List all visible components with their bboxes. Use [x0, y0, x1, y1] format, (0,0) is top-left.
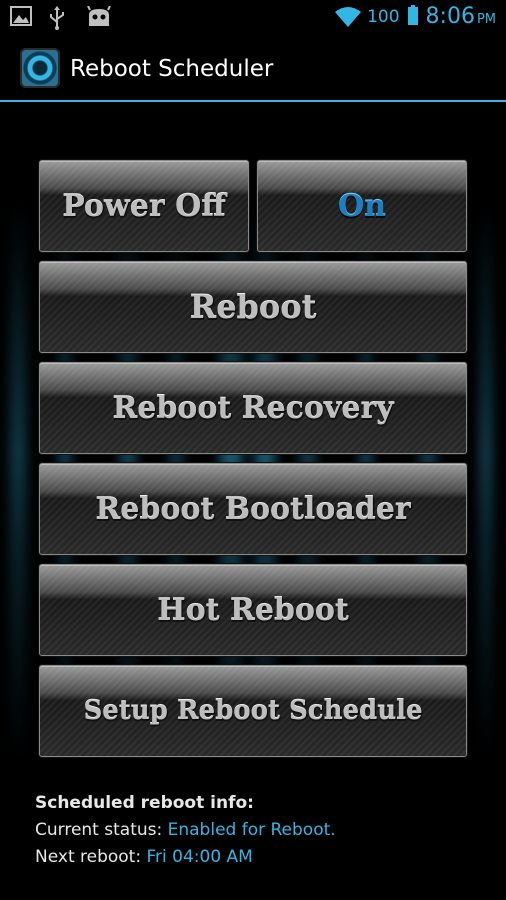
setup-reboot-schedule-button[interactable]: Setup Reboot Schedule	[39, 665, 467, 757]
status-bar: 100 8:06 PM	[0, 0, 506, 36]
battery-level: 100	[367, 6, 400, 27]
wifi-icon	[335, 6, 362, 28]
hot-reboot-label: Hot Reboot	[157, 592, 349, 628]
reboot-bootloader-button[interactable]: Reboot Bootloader	[39, 463, 467, 555]
setup-reboot-schedule-label: Setup Reboot Schedule	[83, 696, 423, 726]
reboot-label: Reboot	[189, 288, 317, 326]
schedule-info-title: Scheduled reboot info:	[35, 793, 254, 813]
reboot-button[interactable]: Reboot	[39, 261, 467, 353]
cyanogenmod-icon	[86, 5, 111, 28]
action-bar: Reboot Scheduler	[0, 36, 506, 100]
app-title: Reboot Scheduler	[70, 56, 274, 82]
reboot-recovery-button[interactable]: Reboot Recovery	[39, 362, 467, 454]
clock: 8:06 PM	[426, 4, 496, 29]
schedule-info: Scheduled reboot info: Current status: E…	[35, 790, 336, 871]
current-status-row: Current status: Enabled for Reboot.	[35, 817, 336, 844]
current-status-value: Enabled for Reboot.	[167, 820, 336, 840]
hot-reboot-button[interactable]: Hot Reboot	[39, 564, 467, 656]
next-reboot-row: Next reboot: Fri 04:00 AM	[35, 844, 336, 871]
app-icon[interactable]	[20, 48, 60, 88]
status-bar-system: 100 8:06 PM	[335, 4, 496, 29]
image-icon	[10, 6, 34, 28]
current-status-label: Current status:	[35, 820, 168, 840]
power-off-button[interactable]: Power Off	[39, 160, 249, 252]
status-bar-notifications	[10, 5, 111, 30]
reboot-bootloader-label: Reboot Bootloader	[95, 491, 411, 527]
reboot-recovery-label: Reboot Recovery	[112, 390, 394, 426]
clock-time: 8:06	[425, 4, 475, 29]
next-reboot-label: Next reboot:	[35, 847, 147, 867]
battery-icon	[407, 4, 418, 29]
power-off-label: Power Off	[62, 188, 226, 224]
on-label: On	[338, 188, 386, 224]
clock-ampm: PM	[476, 12, 496, 27]
usb-icon	[48, 6, 72, 30]
next-reboot-value: Fri 04:00 AM	[146, 847, 253, 867]
on-button[interactable]: On	[257, 160, 467, 252]
